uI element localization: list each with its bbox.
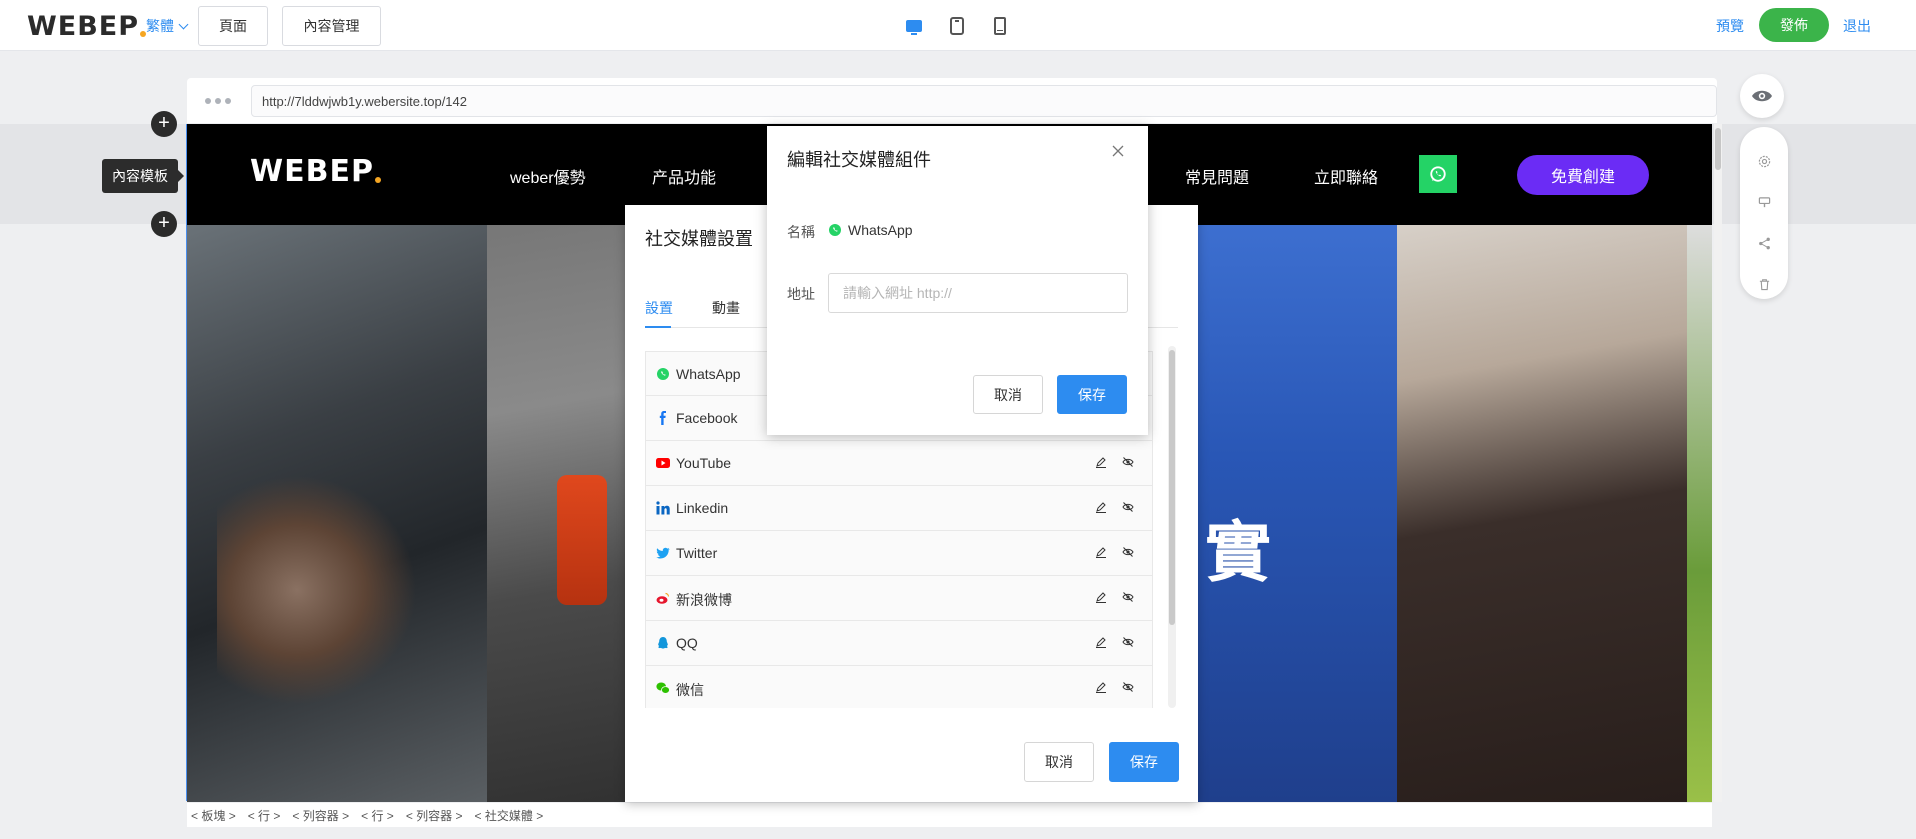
breadcrumb-item[interactable]: < 列容器 > (292, 807, 349, 824)
edit-icon[interactable] (1095, 591, 1107, 603)
site-logo-text: WEBEP (250, 154, 374, 189)
social-item-label: 新浪微博 (676, 592, 732, 608)
tab-settings[interactable]: 設置 (645, 298, 673, 318)
weber-logo[interactable]: WEBEP (27, 10, 147, 42)
photo-mechanic (187, 225, 487, 802)
hide-icon[interactable] (1122, 456, 1134, 468)
name-value-text: WhatsApp (848, 222, 913, 238)
social-item-label: 微信 (676, 682, 704, 698)
social-item-label: Linkedin (676, 500, 729, 516)
edit-icon[interactable] (1095, 501, 1107, 513)
hero-text: 實 (1205, 514, 1271, 591)
top-toolbar: WEBEP 繁體 頁面 內容管理 預覽 發佈 退出 (0, 0, 1916, 51)
preview-link[interactable]: 預覽 (1716, 16, 1744, 36)
whatsapp-icon (657, 368, 669, 380)
edit-icon[interactable] (1095, 681, 1107, 693)
weibo-icon (656, 592, 670, 604)
delete-icon[interactable] (1740, 274, 1788, 294)
address-input[interactable] (828, 273, 1128, 313)
url-field[interactable]: http://7lddwjwb1y.webersite.top/142 (251, 85, 1717, 117)
address-label: 地址 (787, 286, 815, 302)
social-item-label: WhatsApp (676, 366, 741, 382)
photo-graduate (1397, 225, 1697, 802)
facebook-icon (659, 411, 666, 425)
social-item-twitter[interactable]: Twitter (645, 531, 1153, 576)
section-tool-panel (1740, 127, 1788, 299)
nav-faq[interactable]: 常見問題 (1185, 164, 1249, 188)
chevron-down-icon (178, 19, 189, 30)
dialog-save-button[interactable]: 保存 (1057, 375, 1127, 414)
eye-icon[interactable] (1740, 74, 1784, 118)
name-value: WhatsApp (828, 222, 913, 238)
edit-icon[interactable] (1095, 456, 1107, 468)
social-item-label: QQ (676, 635, 698, 651)
close-icon[interactable] (1111, 144, 1125, 158)
site-logo-dot (374, 176, 381, 183)
breadcrumb-item[interactable]: < 行 > (361, 807, 394, 824)
edit-icon[interactable] (1095, 546, 1107, 558)
more-dots-icon[interactable] (205, 98, 231, 104)
content-template-tooltip[interactable]: 內容模板 (102, 159, 184, 193)
browser-bar: http://7lddwjwb1y.webersite.top/142 (187, 78, 1717, 123)
nav-weber-advantage[interactable]: weber優勢 (510, 164, 586, 188)
nav-contact[interactable]: 立即聯絡 (1314, 164, 1378, 188)
pages-button[interactable]: 頁面 (198, 6, 268, 46)
site-logo[interactable]: WEBEP (250, 154, 381, 189)
edit-social-dialog: 編輯社交媒體組件 名稱 WhatsApp 地址 取消 保存 (767, 126, 1148, 435)
hide-icon[interactable] (1122, 636, 1134, 648)
qq-icon (658, 637, 668, 649)
social-item-wechat[interactable]: 微信 (645, 666, 1153, 708)
free-create-button[interactable]: 免費創建 (1517, 155, 1649, 195)
style-brush-icon[interactable] (1740, 192, 1788, 212)
social-item-qq[interactable]: QQ (645, 621, 1153, 666)
social-item-weibo[interactable]: 新浪微博 (645, 576, 1153, 621)
breadcrumb-item[interactable]: < 板塊 > (191, 807, 236, 824)
hide-icon[interactable] (1122, 501, 1134, 513)
list-scrollbar[interactable] (1168, 346, 1176, 708)
settings-save-button[interactable]: 保存 (1109, 742, 1179, 782)
breadcrumb-item[interactable]: < 行 > (248, 807, 281, 824)
linkedin-icon (656, 501, 670, 515)
social-item-label: Facebook (676, 410, 738, 426)
whatsapp-icon (829, 224, 841, 236)
youtube-icon (656, 458, 670, 468)
social-item-youtube[interactable]: YouTube (645, 441, 1153, 486)
twitter-icon (656, 547, 670, 559)
publish-button[interactable]: 發佈 (1759, 8, 1829, 42)
hide-icon[interactable] (1122, 681, 1134, 693)
add-section-below-button[interactable]: + (151, 211, 177, 237)
social-item-linkedin[interactable]: Linkedin (645, 486, 1153, 531)
breadcrumb-item[interactable]: < 列容器 > (406, 807, 463, 824)
settings-gear-icon[interactable] (1740, 151, 1788, 171)
wechat-icon (656, 682, 670, 694)
canvas-scrollbar[interactable] (1714, 124, 1722, 802)
breadcrumb-item[interactable]: < 社交媒體 > (475, 807, 544, 824)
tab-animation[interactable]: 動畫 (712, 298, 740, 318)
social-item-label: Twitter (676, 545, 718, 561)
settings-cancel-button[interactable]: 取消 (1024, 742, 1094, 782)
add-section-above-button[interactable]: + (151, 111, 177, 137)
share-icon[interactable] (1740, 233, 1788, 253)
tab-active-indicator (645, 326, 671, 328)
dialog-title: 編輯社交媒體組件 (787, 150, 931, 170)
language-selector[interactable]: 繁體 (146, 16, 189, 36)
breadcrumb: < 板塊 > < 行 > < 列容器 > < 行 > < 列容器 > < 社交媒… (187, 803, 1712, 827)
photo-food (1687, 225, 1712, 802)
tablet-view-icon[interactable] (947, 15, 967, 37)
exit-link[interactable]: 退出 (1843, 16, 1871, 36)
whatsapp-icon[interactable] (1419, 155, 1457, 193)
content-management-button[interactable]: 內容管理 (282, 6, 381, 46)
desktop-view-icon[interactable] (904, 15, 924, 37)
name-label: 名稱 (787, 224, 815, 240)
logo-text: WEBEP (27, 10, 140, 42)
dialog-cancel-button[interactable]: 取消 (973, 375, 1043, 414)
edit-icon[interactable] (1095, 636, 1107, 648)
language-label: 繁體 (146, 18, 174, 34)
hide-icon[interactable] (1122, 546, 1134, 558)
hide-icon[interactable] (1122, 591, 1134, 603)
social-item-label: YouTube (676, 455, 732, 471)
mobile-view-icon[interactable] (990, 15, 1010, 37)
settings-title: 社交媒體設置 (645, 229, 753, 249)
nav-product-features[interactable]: 产品功能 (652, 164, 716, 188)
